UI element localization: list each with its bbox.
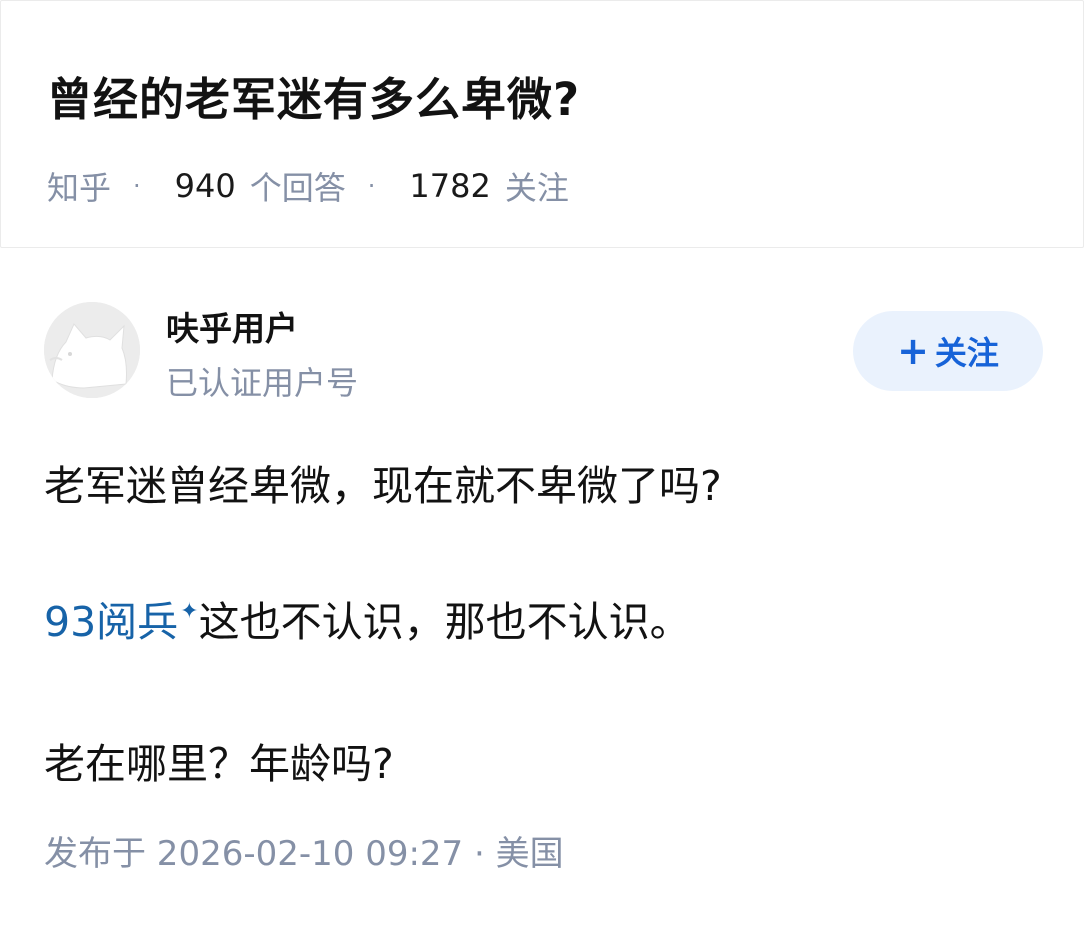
plus-icon: + bbox=[897, 329, 929, 373]
follow-button[interactable]: + 关注 bbox=[853, 311, 1043, 391]
author-badge: 已认证用户号 bbox=[166, 364, 359, 402]
section-gap bbox=[0, 248, 1086, 254]
separator-dot: · bbox=[367, 172, 376, 200]
question-card[interactable]: 曾经的老军迷有多么卑微? 知乎 · 940 个回答 · 1782 关注 bbox=[0, 0, 1084, 248]
answer-paragraph-1: 老军迷曾经卑微，现在就不卑微了吗? bbox=[44, 462, 722, 510]
author-name[interactable]: 呋乎用户 bbox=[166, 302, 298, 350]
question-title[interactable]: 曾经的老军迷有多么卑微? bbox=[47, 63, 580, 128]
follow-button-label: 关注 bbox=[934, 334, 999, 372]
follower-count-label: 关注 bbox=[504, 169, 569, 207]
follower-count: 1782 bbox=[409, 167, 491, 205]
publish-info: 发布于 2026-02-10 09:27 · 美国 bbox=[44, 834, 564, 874]
separator-dot: · bbox=[133, 172, 141, 200]
answer-count-label: 个回答 bbox=[249, 169, 346, 207]
source-label: 知乎 bbox=[47, 169, 112, 207]
answer-paragraph-2-text: 这也不认识，那也不认识。 bbox=[198, 598, 691, 646]
answer-paragraph-3: 老在哪里？年龄吗? bbox=[44, 740, 394, 788]
topic-link[interactable]: 93阅兵 bbox=[44, 598, 178, 646]
question-meta: 知乎 · 940 个回答 · 1782 关注 bbox=[47, 163, 569, 209]
answer-count: 940 bbox=[174, 167, 236, 205]
default-avatar-icon[interactable] bbox=[44, 302, 140, 398]
sparkle-icon: ✦ bbox=[180, 599, 199, 624]
answer-paragraph-2: 93阅兵✦这也不认识，那也不认识。 bbox=[44, 588, 691, 648]
